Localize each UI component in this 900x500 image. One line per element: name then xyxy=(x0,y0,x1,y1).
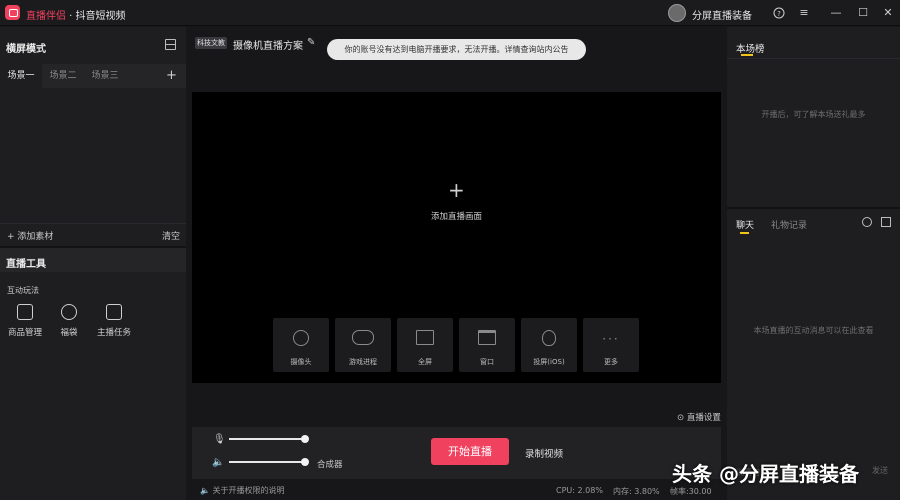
camera-icon xyxy=(293,330,309,346)
source-ios-button[interactable]: 投屏(iOS) xyxy=(521,318,577,372)
right-panel: 本场榜 开播后，可了解本场送礼最多 聊天 礼物记录 本场直播的互动消息可以在此查… xyxy=(727,27,900,500)
tab-chat[interactable]: 聊天 xyxy=(736,218,754,231)
mode-title: 横屏模式 xyxy=(6,44,46,55)
chat-tab-indicator xyxy=(740,232,749,234)
task-icon xyxy=(106,304,122,320)
tools-header: 直播工具 xyxy=(0,248,186,272)
more-icon: ··· xyxy=(602,332,620,346)
app-logo-icon xyxy=(5,5,20,20)
speaker-icon[interactable]: 🔈 xyxy=(212,457,224,468)
start-live-button[interactable]: 开始直播 xyxy=(431,438,509,465)
mixer-button[interactable]: 合成器 xyxy=(317,458,343,470)
source-window-button[interactable]: 窗口 xyxy=(459,318,515,372)
chat-empty-text: 本场直播的互动消息可以在此查看 xyxy=(753,326,874,335)
source-label: 更多 xyxy=(604,358,618,366)
source-camera-button[interactable]: 摄像头 xyxy=(273,318,329,372)
close-icon[interactable]: ✕ xyxy=(879,4,897,22)
tab-scene-2[interactable]: 场景二 xyxy=(42,64,84,88)
tab-scene-1[interactable]: 场景一 xyxy=(0,64,42,88)
center-panel: 科技文教 摄像机直播方案 ✎ 你的账号没有达到电脑开播要求，无法开播。详情查询站… xyxy=(187,27,726,500)
source-fullscreen-button[interactable]: 全屏 xyxy=(397,318,453,372)
menu-icon[interactable]: ≡ xyxy=(795,4,813,22)
tool-label: 商品管理 xyxy=(7,328,42,338)
gamepad-icon xyxy=(352,330,374,345)
source-label: 摄像头 xyxy=(290,358,312,366)
source-label: 游戏进程 xyxy=(349,358,377,366)
stream-title: 摄像机直播方案 xyxy=(233,41,303,52)
notice-toast: 你的账号没有达到电脑开播要求，无法开播。详情查询站内公告 xyxy=(327,39,586,60)
add-material-button[interactable]: + 添加素材 xyxy=(7,229,53,242)
tool-label: 福袋 xyxy=(60,328,78,338)
permission-note-label: 关于开播权限的说明 xyxy=(212,486,285,495)
permission-note-link[interactable]: 🔈 关于开播权限的说明 xyxy=(200,485,285,496)
left-panel: 横屏模式 场景一 场景二 场景三 + + 添加素材 清空 直播工具 互动玩法 商… xyxy=(0,27,186,500)
chat-panel: 聊天 礼物记录 本场直播的互动消息可以在此查看 说两句... 发送 xyxy=(727,207,900,500)
tools-title: 直播工具 xyxy=(6,259,46,270)
popout-icon[interactable] xyxy=(881,217,891,227)
tab-gift-record[interactable]: 礼物记录 xyxy=(771,218,807,231)
source-label: 窗口 xyxy=(480,358,494,366)
source-label: 投屏(iOS) xyxy=(533,358,565,366)
minimize-icon[interactable]: — xyxy=(827,4,845,22)
source-more-button[interactable]: ··· 更多 xyxy=(583,318,639,372)
tool-lucky-bag[interactable]: 福袋 xyxy=(44,304,94,344)
rank-header: 本场榜 xyxy=(727,27,900,59)
live-settings-button[interactable]: ⊙ 直播设置 xyxy=(677,411,721,423)
add-scene-button[interactable]: + xyxy=(166,68,177,83)
app-subtitle: · 抖音短视频 xyxy=(66,11,126,22)
source-game-button[interactable]: 游戏进程 xyxy=(335,318,391,372)
tool-shop-management[interactable]: 商品管理 xyxy=(0,304,50,344)
control-bar: 🎙 🔈 合成器 开始直播 录制视频 xyxy=(192,427,721,479)
live-settings-label: 直播设置 xyxy=(686,413,721,423)
layout-icon[interactable] xyxy=(165,39,176,50)
microphone-icon[interactable]: 🎙 xyxy=(213,434,226,445)
tab-rank[interactable]: 本场榜 xyxy=(736,41,765,55)
tab-scene-3[interactable]: 场景三 xyxy=(84,64,126,88)
edit-icon[interactable]: ✎ xyxy=(307,37,315,48)
title-bar: 直播伴侣 · 抖音短视频 分屏直播装备 ? ≡ — ☐ ✕ xyxy=(0,0,900,26)
category-tag[interactable]: 科技文教 xyxy=(195,37,227,49)
frame-rate: 帧率:30.00 xyxy=(670,487,712,496)
speaker-slider-knob[interactable] xyxy=(301,458,309,466)
source-label: 全屏 xyxy=(418,358,432,366)
maximize-icon[interactable]: ☐ xyxy=(854,4,872,22)
plus-icon[interactable]: + xyxy=(448,178,465,202)
add-screen-label: 添加直播画面 xyxy=(430,212,482,222)
speaker-volume-slider[interactable] xyxy=(229,458,309,466)
mic-slider-knob[interactable] xyxy=(301,435,309,443)
memory-usage: 内存: 3.80% xyxy=(613,487,660,496)
window-icon xyxy=(478,330,496,345)
settings-icon[interactable] xyxy=(862,217,872,227)
record-video-button[interactable]: 录制视频 xyxy=(525,446,563,460)
mic-volume-slider[interactable] xyxy=(229,435,309,443)
user-avatar[interactable] xyxy=(668,4,686,22)
live-tools-panel: 直播工具 互动玩法 商品管理 福袋 主播任务 xyxy=(0,246,186,500)
scene-tabs: 场景一 场景二 场景三 + xyxy=(0,64,186,88)
tool-label: 主播任务 xyxy=(96,328,131,338)
svg-text:?: ? xyxy=(777,10,781,18)
help-icon[interactable]: ? xyxy=(770,4,788,22)
cpu-usage: CPU: 2.08% xyxy=(556,486,603,495)
rank-empty-text: 开播后，可了解本场送礼最多 xyxy=(761,110,866,119)
user-name[interactable]: 分屏直播装备 xyxy=(692,7,752,22)
monitor-icon xyxy=(416,330,434,345)
shop-icon xyxy=(17,304,33,320)
status-bar: 🔈 关于开播权限的说明 CPU: 2.08% 内存: 3.80% 帧率:30.0… xyxy=(192,482,721,500)
lucky-bag-icon xyxy=(61,304,77,320)
apple-icon xyxy=(542,330,556,346)
send-button[interactable]: 发送 xyxy=(872,465,888,476)
tool-host-tasks[interactable]: 主播任务 xyxy=(89,304,139,344)
material-bar: + 添加素材 清空 xyxy=(0,223,186,243)
watermark: 头条 @分屏直播装备 xyxy=(672,462,859,486)
rank-tab-indicator xyxy=(741,54,753,56)
interact-label: 互动玩法 xyxy=(7,286,39,295)
clear-button[interactable]: 清空 xyxy=(162,229,180,242)
app-title: 直播伴侣 · 抖音短视频 xyxy=(26,7,126,22)
app-name: 直播伴侣 xyxy=(26,11,66,22)
preview-canvas[interactable]: + 添加直播画面 摄像头 游戏进程 全屏 窗口 投屏(iOS) ··· 更多 xyxy=(192,92,721,383)
